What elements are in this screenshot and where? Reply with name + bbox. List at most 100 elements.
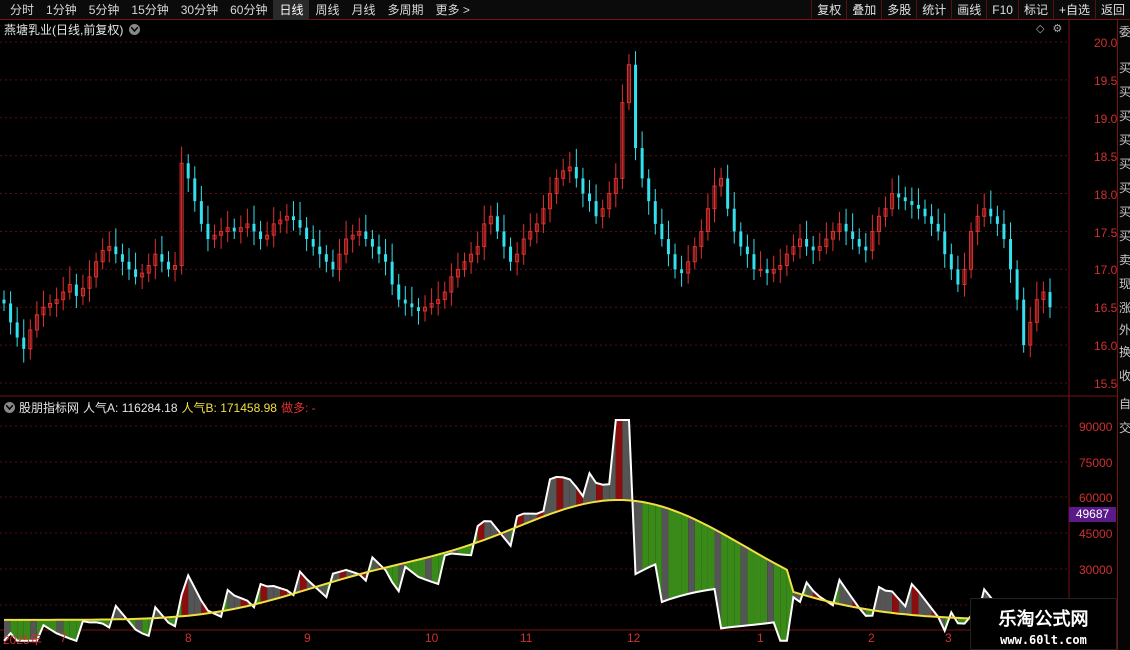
mark-button[interactable]: 标记 [1017,0,1053,20]
tab-multi-period[interactable]: 多周期 [382,0,430,20]
edge-char: 买 [1119,85,1130,99]
candle-body [127,261,131,270]
edge-char: 买 [1119,133,1130,147]
candle-body [930,216,934,224]
tab-weekly[interactable]: 周线 [309,0,345,20]
candle-body [923,208,927,217]
indicator-fill-segment [688,516,695,594]
tab-more[interactable]: 更多 > [430,0,476,20]
candle-body [745,246,749,255]
chevron-down-icon[interactable] [4,402,15,413]
watermark: 乐淘公式网 www.60lt.com [970,598,1117,650]
candle-body [673,254,677,270]
indicator-fill-segment [596,482,603,502]
candle-body [291,216,295,221]
candle-body [259,231,263,240]
indicator-fill-segment [661,506,669,603]
quote-side-panel[interactable]: 委 买 买 买 买 买 买 买 买 卖 现 涨 外 换 收 自 交 [1117,20,1130,650]
date-axis-label: 2 [868,631,875,645]
tab-monthly[interactable]: 月线 [346,0,382,20]
edge-char: 买 [1119,109,1130,123]
edge-char: 委 [1119,25,1130,39]
candle-body [903,197,907,202]
candle-body [384,254,388,262]
candle-body [864,246,868,251]
candle-body [956,269,960,285]
candle-body [640,148,644,179]
candle-body [160,254,164,262]
edge-char: 外 [1119,323,1130,337]
indicator-fill-segment [885,590,893,613]
edge-char: 交 [1119,421,1130,435]
indicator-fill-segment [648,503,656,568]
candle-body [594,201,598,217]
candle-body [758,268,763,271]
candle-body [298,220,302,228]
candle-body [370,239,374,247]
indicator-fill-segment [675,510,682,598]
tab-5min[interactable]: 5分钟 [83,0,126,20]
candle-body [995,216,999,224]
tab-1min[interactable]: 1分钟 [40,0,83,20]
multi-stock-button[interactable]: 多股 [881,0,916,20]
diamond-icon[interactable]: ◇ [1036,22,1044,35]
indicator-axis-label: 90000 [1079,420,1113,434]
indicator-b-value: 人气B: 171458.98 [181,401,277,415]
candle-body [726,178,730,209]
overlay-button[interactable]: 叠加 [846,0,881,20]
adjust-button[interactable]: 复权 [811,0,846,20]
back-button[interactable]: 返回 [1094,0,1130,20]
candle-body [1048,292,1052,308]
tab-30min[interactable]: 30分钟 [175,0,224,20]
indicator-legend: 股朋指标网 人气A: 116284.18 人气B: 171458.98 做多: … [4,399,316,416]
candle-body [587,193,591,202]
candle-body [897,193,901,198]
chart-corner-icons: ◇ ⚙ [1036,22,1062,35]
candle-body [186,163,190,179]
f10-button[interactable]: F10 [986,0,1018,20]
candle-body [581,178,585,194]
indicator-fill-segment [727,536,735,628]
edge-char: 买 [1119,61,1130,75]
period-tabs: 分时 1分钟 5分钟 15分钟 30分钟 60分钟 日线 周线 月线 多周期 更… [4,0,476,20]
indicator-fill-segment [550,476,557,515]
indicator-fill-segment [418,557,426,580]
candle-body [660,223,664,240]
watermark-url: www.60lt.com [1000,633,1087,647]
candle-body [916,204,920,209]
candle-body [397,284,401,300]
stats-button[interactable]: 统计 [916,0,951,20]
settings-icon[interactable]: ⚙ [1052,22,1062,35]
candle-body [410,303,414,308]
add-watchlist-button[interactable]: +自选 [1052,0,1095,20]
tab-daily[interactable]: 日线 [273,0,310,20]
edge-char: 买 [1119,229,1130,243]
indicator-a-value: 人气A: 116284.18 [83,401,178,415]
indicator-fill-segment [69,619,77,641]
chart-canvas[interactable] [0,20,1117,650]
tab-timeshare[interactable]: 分时 [4,0,40,20]
indicator-fill-segment [780,566,787,641]
draw-line-button[interactable]: 画线 [951,0,986,20]
candle-body [114,246,118,255]
tab-15min[interactable]: 15分钟 [125,0,174,20]
candle-body [206,223,210,240]
indicator-fill-segment [681,513,689,596]
candle-body [166,261,170,270]
indicator-fill-segment [181,575,189,617]
indicator-fill-segment [721,532,728,629]
edge-char: 现 [1119,277,1130,291]
indicator-c-value: 做多: - [280,401,316,415]
edge-char: 卖 [1119,253,1130,267]
candle-body [752,254,756,270]
indicator-fill-segment [431,554,439,585]
indicator-fill-segment [753,551,761,625]
candle-body [666,239,670,255]
tab-60min[interactable]: 60分钟 [224,0,273,20]
candle-body [403,299,407,304]
candle-body [390,261,394,285]
chevron-down-icon[interactable] [129,24,141,35]
candle-body [120,254,124,262]
date-axis-label: 8 [185,631,192,645]
edge-char: 自 [1119,397,1130,411]
